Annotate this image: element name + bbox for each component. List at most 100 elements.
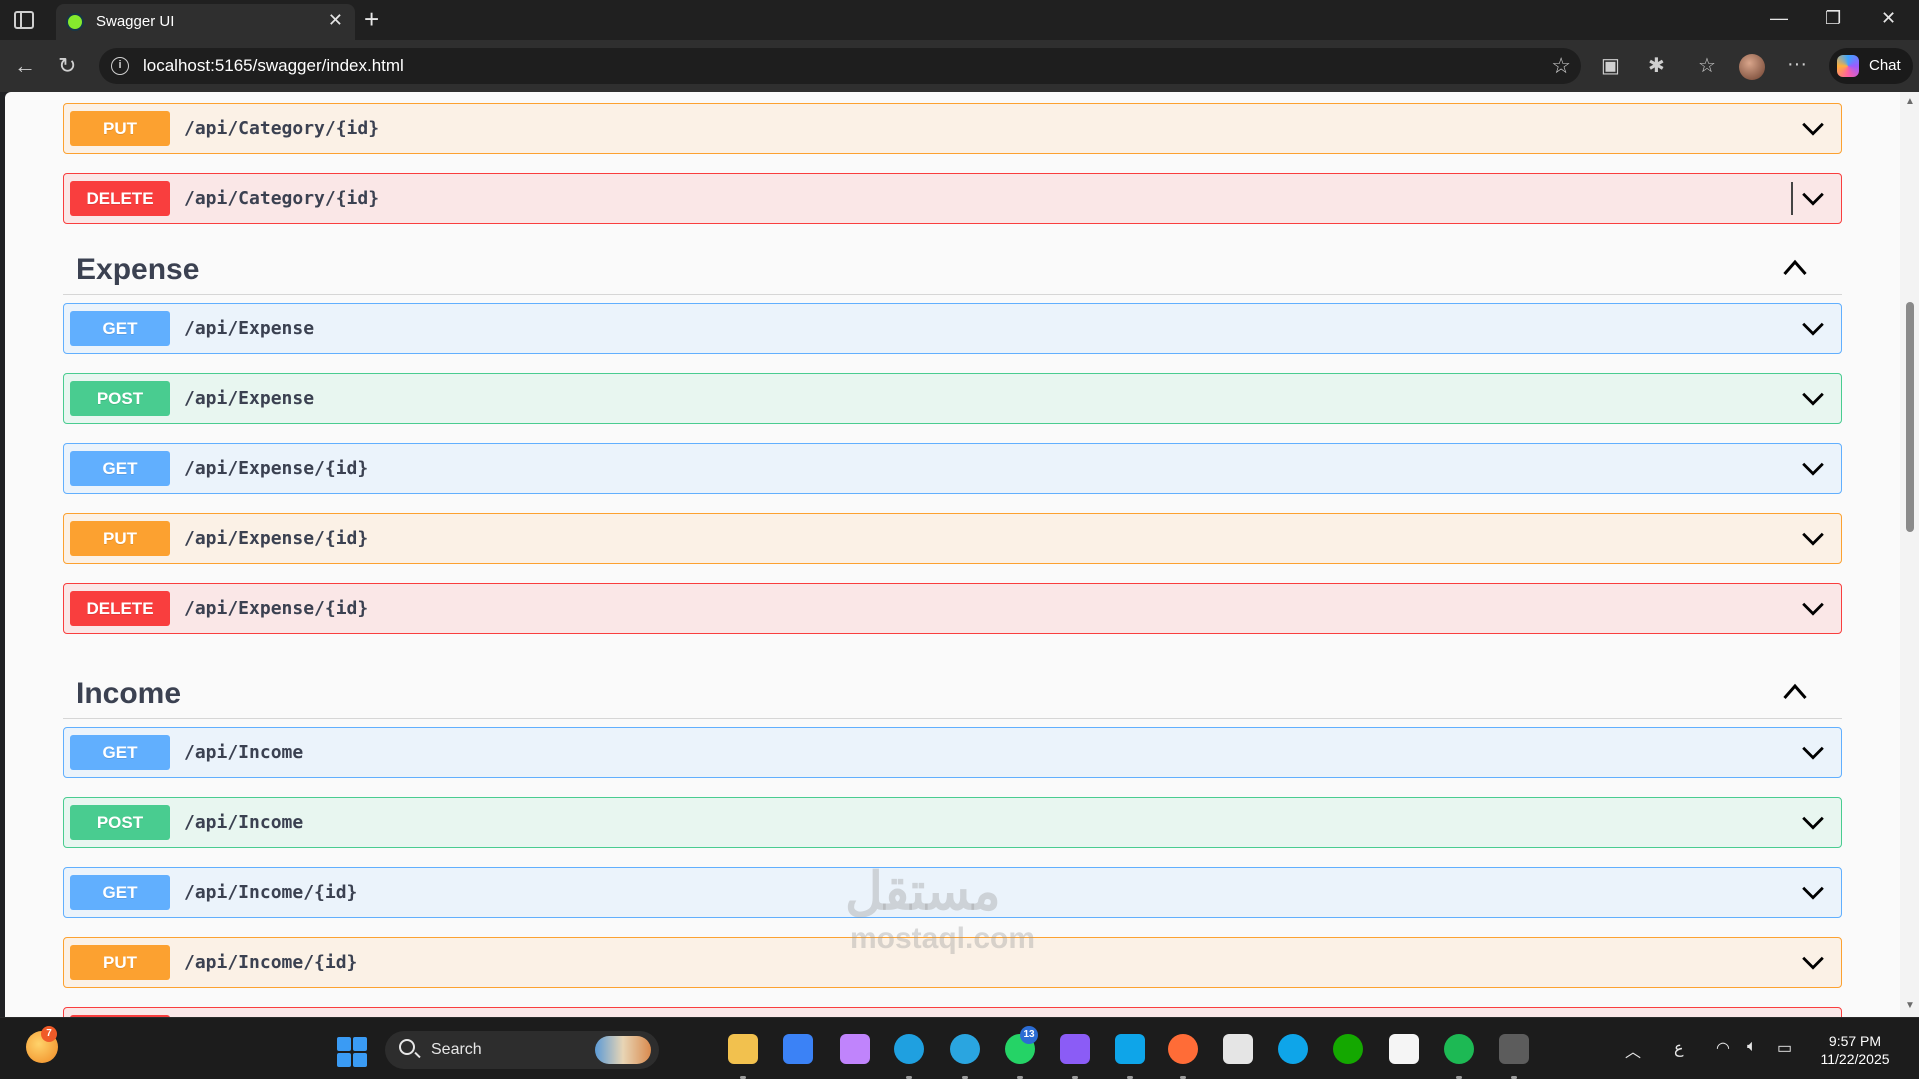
expand-chevron-icon[interactable] <box>1799 454 1827 482</box>
url-text[interactable]: localhost:5165/swagger/index.html <box>143 56 404 76</box>
copilot-icon[interactable] <box>840 1034 870 1064</box>
method-badge: PUT <box>70 521 170 556</box>
operation-get[interactable]: GET/api/Income <box>63 727 1842 778</box>
focus-divider <box>1791 182 1793 215</box>
volume-icon[interactable]: 🔈︎ <box>1747 1038 1757 1056</box>
taskbar-clock[interactable]: 9:57 PM 11/22/2025 <box>1815 1032 1895 1068</box>
operation-path: /api/Category/{id} <box>184 118 380 139</box>
spotify-icon[interactable] <box>1444 1034 1474 1064</box>
operation-post[interactable]: POST/api/Income <box>63 797 1842 848</box>
whatsapp-badge: 13 <box>1020 1026 1038 1044</box>
address-bar[interactable]: i localhost:5165/swagger/index.html ☆ <box>99 48 1581 84</box>
start-button[interactable] <box>337 1037 367 1067</box>
operation-delete[interactable]: DELETE/api/Expense/{id} <box>63 583 1842 634</box>
weather-badge: 7 <box>41 1026 57 1042</box>
method-badge: GET <box>70 875 170 910</box>
operation-delete[interactable]: DELETE/api/Category/{id} <box>63 173 1842 224</box>
expand-chevron-icon[interactable] <box>1799 738 1827 766</box>
upwork-icon[interactable] <box>1333 1034 1363 1064</box>
notion-icon[interactable] <box>1389 1034 1419 1064</box>
page-viewport: PUT/api/Category/{id} DELETE/api/Category… <box>5 92 1900 1017</box>
browser-tab[interactable]: Swagger UI ✕ <box>56 4 355 40</box>
expand-chevron-icon[interactable] <box>1799 524 1827 552</box>
collapse-chevron-icon[interactable] <box>1780 677 1810 707</box>
favorite-star-icon[interactable]: ☆ <box>1551 53 1571 79</box>
operation-delete-partial[interactable] <box>63 1007 1842 1017</box>
method-badge: POST <box>70 381 170 416</box>
tab-title: Swagger UI <box>96 13 175 30</box>
collapse-chevron-icon[interactable] <box>1780 253 1810 283</box>
file-explorer-icon[interactable] <box>728 1034 758 1064</box>
operation-put[interactable]: PUT/api/Expense/{id} <box>63 513 1842 564</box>
operation-path: /api/Expense/{id} <box>184 598 369 619</box>
operation-put[interactable]: PUT/api/Category/{id} <box>63 103 1842 154</box>
extensions-icon[interactable]: ✱ <box>1648 53 1665 78</box>
expand-chevron-icon[interactable] <box>1799 314 1827 342</box>
scroll-thumb[interactable] <box>1906 302 1914 532</box>
section-title: Income <box>76 677 182 710</box>
operation-path: /api/Income/{id} <box>184 952 358 973</box>
expand-chevron-icon[interactable] <box>1799 878 1827 906</box>
expand-chevron-icon[interactable] <box>1799 948 1827 976</box>
clock-date: 11/22/2025 <box>1820 1051 1890 1067</box>
search-icon <box>399 1039 415 1055</box>
translate-icon[interactable]: ▣ <box>1601 53 1620 78</box>
section-header-income[interactable]: Income <box>63 667 1842 719</box>
operation-get[interactable]: GET/api/Expense <box>63 303 1842 354</box>
watermark-logo: مستقل <box>845 863 1001 921</box>
visual-studio-icon[interactable] <box>1060 1034 1090 1064</box>
taskbar-search[interactable]: Search <box>385 1031 659 1069</box>
expand-chevron-icon[interactable] <box>1799 184 1827 212</box>
back-arrow-icon[interactable]: ← <box>14 53 36 79</box>
telegram-icon[interactable] <box>950 1034 980 1064</box>
site-info-icon[interactable]: i <box>111 57 129 75</box>
show-hidden-icons[interactable]: ︿ <box>1625 1038 1641 1062</box>
method-badge: POST <box>70 805 170 840</box>
battery-icon[interactable]: ▭ <box>1777 1038 1792 1058</box>
terminal-icon[interactable] <box>1499 1034 1529 1064</box>
store-icon[interactable] <box>783 1034 813 1064</box>
minimize-button[interactable]: — <box>1770 8 1788 29</box>
expand-chevron-icon[interactable] <box>1799 384 1827 412</box>
refresh-icon[interactable]: ↻ <box>58 53 76 79</box>
operation-post[interactable]: POST/api/Expense <box>63 373 1842 424</box>
operation-get[interactable]: GET/api/Expense/{id} <box>63 443 1842 494</box>
expand-chevron-icon[interactable] <box>1799 808 1827 836</box>
method-badge: GET <box>70 451 170 486</box>
windows-taskbar: 7 Search 13 ︿ ع ◠ 🔈︎ ▭ 9:57 PM 11/22/202… <box>0 1017 1919 1079</box>
wifi-icon[interactable]: ◠ <box>1716 1038 1730 1058</box>
tab-close-icon[interactable]: ✕ <box>328 10 343 31</box>
more-menu-icon[interactable]: ··· <box>1787 53 1807 76</box>
expand-chevron-icon[interactable] <box>1799 114 1827 142</box>
scroll-down-icon[interactable]: ▼ <box>1905 1000 1915 1011</box>
keyboard-language[interactable]: ع <box>1674 1038 1684 1058</box>
search-label: Search <box>431 1041 482 1058</box>
profile-avatar[interactable] <box>1739 54 1765 80</box>
operation-path: /api/Category/{id} <box>184 188 380 209</box>
scroll-up-icon[interactable]: ▲ <box>1905 96 1915 107</box>
c-app-icon[interactable] <box>1278 1034 1308 1064</box>
tab-actions-icon[interactable] <box>14 11 34 29</box>
method-badge: DELETE <box>70 591 170 626</box>
method-badge: GET <box>70 735 170 770</box>
copilot-chat-button[interactable]: Chat <box>1829 48 1913 84</box>
search-highlight-image <box>595 1036 651 1064</box>
swagger-favicon-icon <box>66 13 84 31</box>
page-scrollbar[interactable]: ▲ ▼ <box>1900 92 1919 1017</box>
method-badge: GET <box>70 311 170 346</box>
restore-button[interactable]: ❐ <box>1825 8 1841 29</box>
edge-icon[interactable] <box>894 1034 924 1064</box>
clock-time: 9:57 PM <box>1828 1033 1882 1049</box>
favorites-icon[interactable]: ☆ <box>1698 53 1716 78</box>
close-window-button[interactable]: ✕ <box>1881 8 1896 29</box>
section-header-expense[interactable]: Expense <box>63 243 1842 295</box>
vscode-icon[interactable] <box>1115 1034 1145 1064</box>
expand-chevron-icon[interactable] <box>1799 594 1827 622</box>
method-badge: PUT <box>70 111 170 146</box>
new-tab-button[interactable]: + <box>364 4 379 35</box>
operation-path: /api/Expense/{id} <box>184 528 369 549</box>
watermark-url: mostaql.com <box>850 922 1036 955</box>
operation-path: /api/Income/{id} <box>184 882 358 903</box>
chatgpt-icon[interactable] <box>1223 1034 1253 1064</box>
postman-icon[interactable] <box>1168 1034 1198 1064</box>
